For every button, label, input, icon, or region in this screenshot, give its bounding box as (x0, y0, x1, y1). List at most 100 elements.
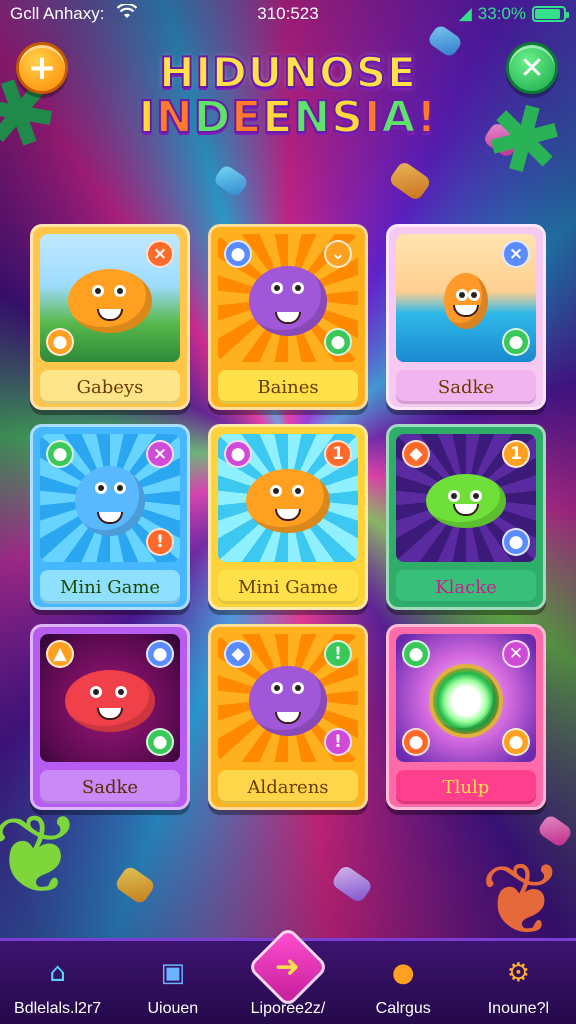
creature-eye (114, 284, 127, 297)
card-badge-icon[interactable]: ✕ (502, 640, 530, 668)
game-card-label: Sadke (40, 770, 180, 804)
card-badge-icon: ● (146, 728, 174, 756)
game-card[interactable]: × ● Gabeys (30, 224, 190, 410)
creature-mouth (97, 707, 123, 720)
duck-icon: ● (380, 950, 426, 996)
game-card[interactable]: ● ✕ ● ● Tlulp (386, 624, 546, 810)
home-icon: ⌂ (35, 950, 81, 996)
card-badge-icon: ● (502, 728, 530, 756)
card-badge-icon: ● (224, 440, 252, 468)
purple-creature (249, 265, 327, 336)
card-badge-icon[interactable]: × (146, 240, 174, 268)
nav-glyph: ● (391, 958, 415, 988)
card-badge-icon: ! (324, 728, 352, 756)
card-badge-icon: ! (146, 528, 174, 556)
orange-deer-creature (444, 272, 488, 329)
game-card[interactable]: ◆!! Aldarens (208, 624, 368, 810)
creature-mouth (97, 308, 123, 321)
card-badge-icon: ● (402, 728, 430, 756)
card-badge-icon: ● (224, 240, 252, 268)
card-badge-icon: ● (502, 328, 530, 356)
nav-glyph: ▣ (160, 958, 186, 988)
creature-eye (292, 484, 305, 497)
game-grid: × ● Gabeys ⌄ ● ● Baines × ● Sadke ● ×! Mini Game ● 1 Mi… (30, 224, 546, 810)
game-card[interactable]: ▲ ● ● Sadke (30, 624, 190, 810)
signal-icon: ◢ (458, 4, 472, 23)
purple-creature (249, 665, 327, 736)
nav-label: Uiouen (147, 1000, 199, 1017)
game-card[interactable]: × ● Sadke (386, 224, 546, 410)
card-badge-icon[interactable]: × (502, 240, 530, 268)
game-card-label: Tlulp (396, 770, 536, 804)
title-line-2: INDEENSIA! (138, 92, 438, 143)
card-badge-icon[interactable]: ! (324, 640, 352, 668)
game-card-label: Mini Game (218, 570, 358, 604)
creature-eye (269, 484, 282, 497)
gear-icon: ⚙ (495, 950, 541, 996)
creature-eye (448, 489, 461, 502)
nav-item[interactable]: ● Calrgus (346, 941, 461, 1024)
nav-item[interactable]: ➜ Liporee2z/ (230, 925, 345, 1024)
game-thumbnail: × ● (396, 234, 536, 362)
card-badge-icon[interactable]: ● (146, 640, 174, 668)
game-card-label: Gabeys (40, 370, 180, 404)
nav-glyph: ⚙ (506, 958, 531, 988)
green-ring (429, 663, 503, 738)
red-fish-creature (65, 669, 155, 732)
game-card-label: Aldarens (218, 770, 358, 804)
creature-eye (270, 281, 283, 294)
creature-eye (470, 489, 482, 502)
creature-mouth (275, 711, 301, 724)
card-badge-icon: ● (402, 640, 430, 668)
creature-eye (291, 681, 304, 694)
creature-eye (270, 681, 283, 694)
bottom-navigation: ⌂ Bdlelals.l2r7 ▣ Uiouen ➜ Liporee2z/ ● Calrgus… (0, 925, 576, 1024)
game-card[interactable]: ⌄ ● ● Baines (208, 224, 368, 410)
creature-eye (291, 281, 304, 294)
battery-icon (532, 6, 569, 22)
game-thumbnail: ⌄ ● ● (218, 234, 358, 362)
nav-label: Bdlelals.l2r7 (14, 1000, 102, 1017)
battery-percent: 33:0% (477, 4, 526, 23)
creature-eye (90, 685, 103, 698)
battery-level (535, 9, 561, 19)
game-card[interactable]: ◆ 1 ● Klacke (386, 424, 546, 610)
arrow-right-icon: ➜ (246, 925, 330, 1009)
game-title-logo: HIDUNOSE INDEENSIA! (0, 48, 576, 143)
nav-item[interactable]: ⌂ Bdlelals.l2r7 (0, 941, 115, 1024)
green-leaf-creature (426, 473, 506, 528)
card-icon: ▣ (150, 950, 196, 996)
card-badge-icon[interactable]: 1 (502, 440, 530, 468)
game-card[interactable]: ● ×! Mini Game (30, 424, 190, 610)
nav-item[interactable]: ▣ Uiouen (115, 941, 230, 1024)
nav-glyph: ⌂ (49, 958, 66, 988)
game-thumbnail: × ● (40, 234, 180, 362)
creature-mouth (275, 311, 301, 324)
card-badge-icon: ● (46, 328, 74, 356)
game-thumbnail: ◆ 1 ● (396, 434, 536, 562)
title-line-1: HIDUNOSE (158, 48, 417, 97)
card-badge-icon: ◆ (402, 440, 430, 468)
wifi-icon (116, 2, 137, 24)
game-thumbnail: ● ✕ ● ● (396, 634, 536, 762)
nav-item[interactable]: ⚙ Inoune?l (461, 941, 576, 1024)
game-thumbnail: ◆!! (218, 634, 358, 762)
card-badge-icon[interactable]: ⌄ (324, 240, 352, 268)
creature-mouth (453, 304, 479, 317)
card-badge-icon[interactable]: × (146, 440, 174, 468)
creature-mouth (275, 508, 301, 521)
game-thumbnail: ● 1 (218, 434, 358, 562)
orange-fish-creature (246, 468, 330, 533)
creature-eye (114, 685, 127, 698)
card-badge-icon[interactable]: 1 (324, 440, 352, 468)
blue-bear-creature (75, 465, 145, 536)
card-badge-icon: ● (324, 328, 352, 356)
card-badge-icon: ● (502, 528, 530, 556)
status-bar: Gcll Anhaxy: 310:523 ◢ 33:0% (0, 0, 576, 28)
card-badge-icon: ▲ (46, 640, 74, 668)
game-card-label: Sadke (396, 370, 536, 404)
nav-label: Calrgus (375, 1000, 431, 1017)
leaf-decoration: ❦ (480, 841, 564, 958)
game-card[interactable]: ● 1 Mini Game (208, 424, 368, 610)
card-badge-icon: ◆ (224, 640, 252, 668)
